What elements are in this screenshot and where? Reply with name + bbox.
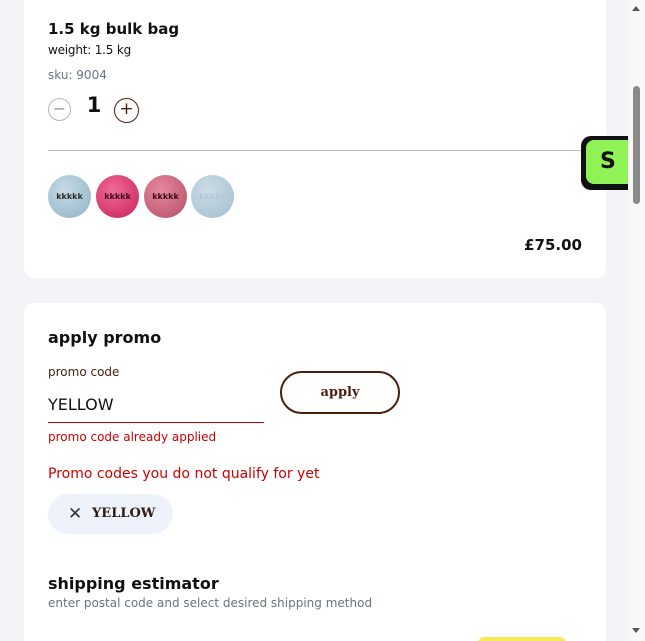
scroll-up-arrow-icon[interactable] [632,6,640,11]
product-price: £75.00 [524,236,582,254]
quantity-value: 1 [86,93,102,117]
product-weight: weight: 1.5 kg [48,43,131,57]
flavor-swatch[interactable]: kkkkk [48,175,91,218]
promo-code-input[interactable] [48,387,264,423]
promo-error-message: promo code already applied [48,430,217,444]
flavor-swatch[interactable]: kkkkk [191,175,234,218]
scrollbar-thumb[interactable] [633,86,640,204]
promo-heading: apply promo [48,328,162,347]
quantity-decrease-button[interactable]: − [48,98,71,121]
promo-chip-label: YELLOW [92,506,156,521]
promo-chip[interactable]: ✕ YELLOW [48,494,173,534]
quantity-increase-button[interactable]: + [114,98,139,123]
scroll-down-arrow-icon[interactable] [632,628,640,633]
close-icon[interactable]: ✕ [68,504,82,524]
apply-promo-button[interactable]: apply [280,371,400,414]
yellow-button-peek[interactable] [478,637,566,641]
promo-not-qualify-text: Promo codes you do not qualify for yet [48,466,320,482]
product-title: 1.5 kg bulk bag [48,20,180,38]
shipping-description: enter postal code and select desired shi… [48,596,373,610]
scrollbar[interactable] [628,0,645,641]
product-card: 1.5 kg bulk bag weight: 1.5 kg sku: 9004… [24,0,606,278]
promo-code-label: promo code [48,365,120,379]
divider [48,150,606,151]
flavor-swatch[interactable]: kkkkk [96,175,139,218]
promo-card: apply promo promo code apply promo code … [24,303,606,641]
flavor-swatch[interactable]: kkkkk [144,175,187,218]
product-sku: sku: 9004 [48,68,107,82]
shipping-heading: shipping estimator [48,574,219,593]
